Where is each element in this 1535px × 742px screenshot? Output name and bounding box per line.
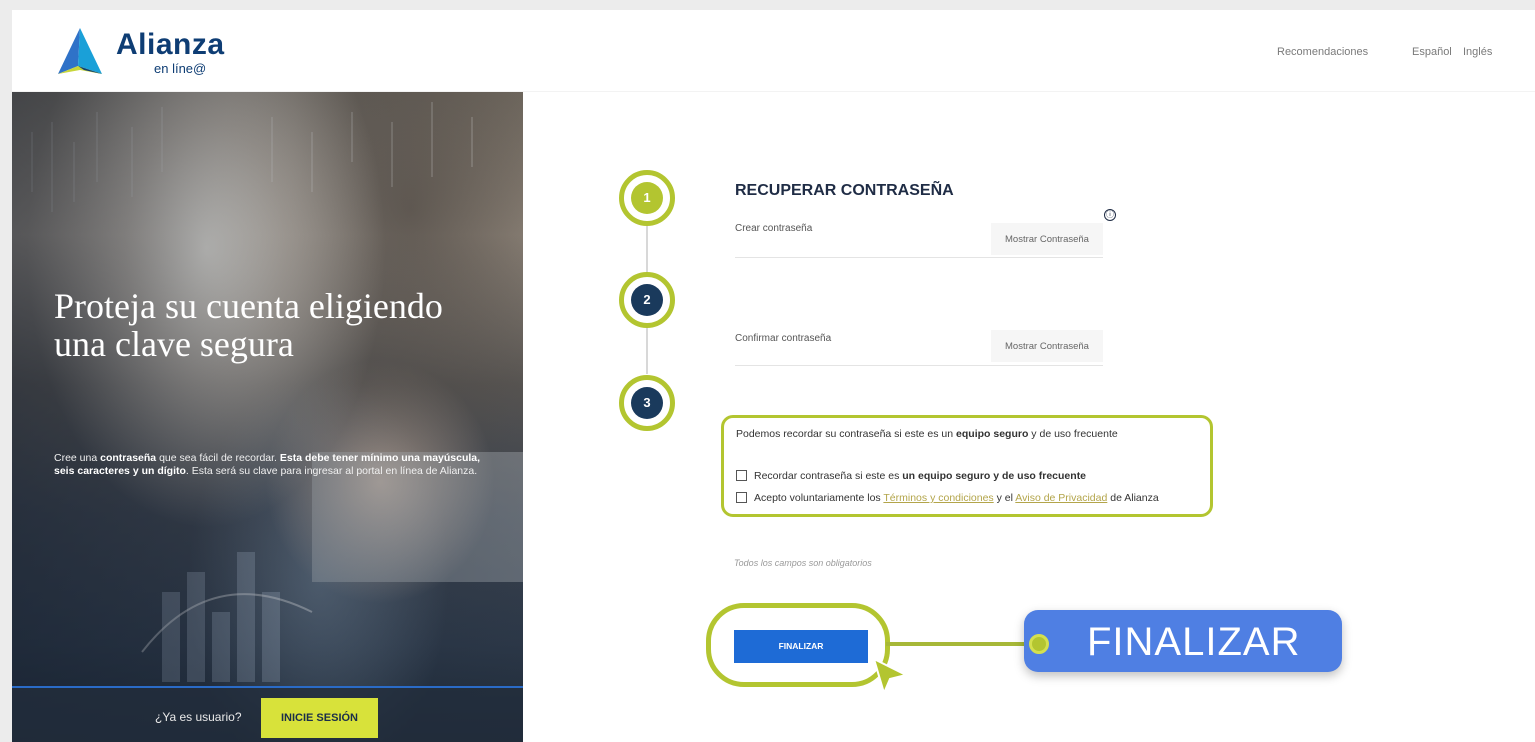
- remember-text-bold: equipo seguro: [956, 428, 1029, 440]
- hero-panel: Proteja su cuenta eligiendo una clave se…: [12, 92, 523, 742]
- step-2-indicator: 2: [619, 272, 675, 328]
- terms-label: de Alianza: [1107, 492, 1159, 504]
- privacy-notice-link[interactable]: Aviso de Privacidad: [1015, 492, 1107, 504]
- logo-name: Alianza: [116, 28, 225, 61]
- confirm-password-underline: [735, 365, 1103, 366]
- remember-options-box: Podemos recordar su contraseña si este e…: [721, 415, 1213, 517]
- arrow-cursor-icon: [872, 657, 909, 696]
- remember-option-label-bold: un equipo seguro y de uso frecuente: [902, 470, 1087, 482]
- login-button[interactable]: INICIE SESIÓN: [261, 698, 378, 738]
- hero-text-part: que sea fácil de recordar.: [156, 452, 280, 464]
- top-header: Alianza en líne@ Recomendaciones Español…: [12, 10, 1535, 92]
- page-frame: Alianza en líne@ Recomendaciones Español…: [12, 10, 1535, 742]
- step-1-number: 1: [631, 182, 663, 214]
- show-password-button-1[interactable]: Mostrar Contraseña: [991, 223, 1103, 255]
- accept-terms-checkbox[interactable]: [736, 492, 747, 503]
- logo-subtitle: en líne@: [154, 61, 207, 76]
- hero-title: Proteja su cuenta eligiendo una clave se…: [54, 286, 443, 364]
- remember-password-option[interactable]: Recordar contraseña si este es un equipo…: [736, 470, 1086, 482]
- info-icon[interactable]: ⓘ: [1104, 209, 1116, 221]
- step-3-number: 3: [631, 387, 663, 419]
- required-fields-note: Todos los campos son obligatorios: [734, 558, 872, 568]
- remember-text-part: Podemos recordar su contraseña si este e…: [736, 428, 957, 440]
- form-title: RECUPERAR CONTRASEÑA: [735, 182, 954, 199]
- nav-recommendations-link[interactable]: Recomendaciones: [1277, 46, 1368, 58]
- finish-button[interactable]: FINALIZAR: [734, 630, 868, 663]
- callout-connector-line: [886, 642, 1046, 646]
- hero-text-part: Cree una: [54, 452, 101, 464]
- hero-description: Cree una contraseña que sea fácil de rec…: [54, 452, 494, 478]
- step-2-number: 2: [631, 284, 663, 316]
- alianza-logo[interactable]: Alianza en líne@: [54, 26, 224, 78]
- lang-spanish-link[interactable]: Español: [1412, 46, 1452, 58]
- alianza-triangle-logo-icon: [58, 28, 102, 74]
- step-3-indicator: 3: [619, 375, 675, 431]
- terms-label: Acepto voluntariamente los: [754, 492, 884, 504]
- remember-option-label: Recordar contraseña si este es: [754, 470, 903, 482]
- hero-text-bold: contraseña: [100, 452, 157, 464]
- show-password-button-2[interactable]: Mostrar Contraseña: [991, 330, 1103, 362]
- lang-english-link[interactable]: Inglés: [1463, 46, 1492, 58]
- create-password-underline: [735, 257, 1103, 258]
- callout-dot: [1029, 634, 1049, 654]
- remember-info-text: Podemos recordar su contraseña si este e…: [736, 428, 1136, 441]
- existing-user-question: ¿Ya es usuario?: [155, 710, 242, 724]
- create-password-label[interactable]: Crear contraseña: [735, 223, 812, 234]
- terms-label: y el: [993, 492, 1016, 504]
- hero-footer-bar: ¿Ya es usuario? INICIE SESIÓN: [12, 686, 523, 742]
- remember-text-part: y de uso frecuente: [1028, 428, 1118, 440]
- accept-terms-option[interactable]: Acepto voluntariamente los Términos y co…: [736, 492, 1159, 504]
- step-1-indicator: 1: [619, 170, 675, 226]
- hero-text-part: . Esta será su clave para ingresar al po…: [185, 465, 478, 477]
- callout-text: FINALIZAR: [1087, 620, 1301, 664]
- remember-password-checkbox[interactable]: [736, 470, 747, 481]
- confirm-password-label[interactable]: Confirmar contraseña: [735, 333, 831, 344]
- terms-conditions-link[interactable]: Términos y condiciones: [883, 492, 993, 504]
- hero-overlay: [12, 92, 523, 742]
